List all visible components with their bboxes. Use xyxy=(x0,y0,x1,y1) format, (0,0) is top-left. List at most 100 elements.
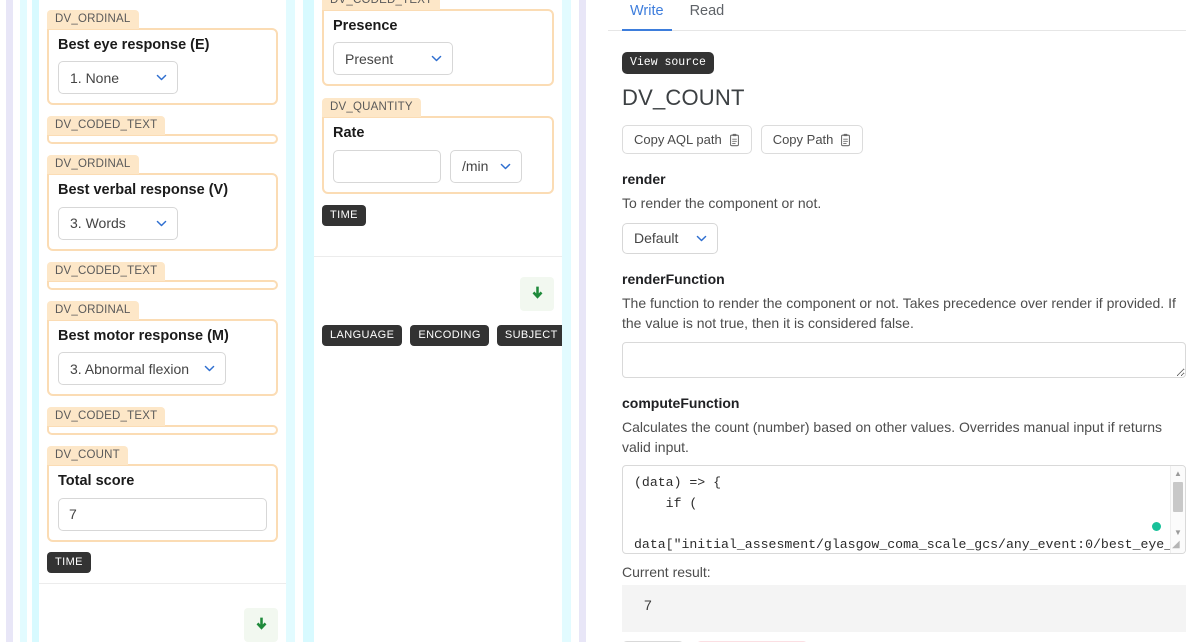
type-badge[interactable]: DV_CODED_TEXT xyxy=(322,0,440,10)
type-badge[interactable]: DV_ORDINAL xyxy=(47,301,139,320)
property-name-render: render xyxy=(622,171,1186,187)
field-box[interactable]: Best motor response (M) 3. Abnormal flex… xyxy=(47,319,278,396)
form-field: DV_QUANTITY Rate /min xyxy=(322,97,554,193)
property-name-renderfunction: renderFunction xyxy=(622,271,1186,287)
rate-value-input[interactable] xyxy=(333,150,441,183)
language-tag[interactable]: LANGUAGE xyxy=(322,325,402,346)
type-badge[interactable]: DV_COUNT xyxy=(47,446,128,465)
rate-unit-select[interactable]: /min xyxy=(450,150,522,183)
best-verbal-response-select[interactable]: 3. Words xyxy=(58,207,178,240)
select-value: 3. Abnormal flexion xyxy=(70,361,189,377)
field-label: Rate xyxy=(333,125,543,142)
time-tag[interactable]: TIME xyxy=(322,205,366,226)
form-field: DV_ORDINAL Best eye response (E) 1. None xyxy=(47,9,278,105)
type-badge[interactable]: DV_CODED_TEXT xyxy=(47,262,165,281)
form-field: DV_COUNT Total score xyxy=(47,445,278,541)
best-eye-response-select[interactable]: 1. None xyxy=(58,61,178,94)
clipboard-icon xyxy=(839,133,852,147)
field-box[interactable]: Best eye response (E) 1. None xyxy=(47,28,278,105)
form-field: DV_CODED_TEXT xyxy=(47,115,278,144)
field-label: Presence xyxy=(333,18,543,35)
type-badge[interactable]: DV_ORDINAL xyxy=(47,10,139,29)
computefunction-code-editor[interactable]: (data) => { if ( data["initial_assesment… xyxy=(622,465,1186,554)
field-label: Best motor response (M) xyxy=(58,328,267,345)
field-box[interactable] xyxy=(47,280,278,290)
field-box[interactable] xyxy=(47,134,278,144)
copy-path-label: Copy Path xyxy=(773,132,834,147)
scrollbar-thumb[interactable] xyxy=(1173,482,1183,512)
chevron-down-icon xyxy=(155,71,168,84)
panel-tabs: Write Read xyxy=(608,0,1186,31)
drop-zone[interactable] xyxy=(314,257,562,315)
field-box[interactable]: Presence Present xyxy=(322,9,554,86)
field-label: Total score xyxy=(58,473,267,490)
property-desc-computefunction: Calculates the count (number) based on o… xyxy=(622,418,1186,458)
form-column-middle: DV_CODED_TEXT Presence Present DV_QUANTI… xyxy=(314,0,562,642)
select-value: /min xyxy=(462,158,488,174)
rail-border-purple xyxy=(6,0,13,642)
total-score-input[interactable] xyxy=(58,498,267,531)
scroll-down-icon[interactable]: ▼ xyxy=(1171,525,1185,539)
copy-aql-path-label: Copy AQL path xyxy=(634,132,722,147)
select-value: 1. None xyxy=(70,70,119,86)
drop-zone[interactable] xyxy=(39,584,286,642)
current-result-label: Current result: xyxy=(622,564,1186,580)
copy-path-button[interactable]: Copy Path xyxy=(761,125,864,154)
encoding-tag[interactable]: ENCODING xyxy=(410,325,488,346)
select-value: 3. Words xyxy=(70,215,126,231)
tab-write[interactable]: Write xyxy=(622,0,672,30)
panel-separator xyxy=(562,0,594,642)
scroll-up-icon[interactable]: ▲ xyxy=(1171,466,1185,480)
property-desc-renderfunction: The function to render the component or … xyxy=(622,294,1186,334)
property-desc-render: To render the component or not. xyxy=(622,194,1186,214)
presence-select[interactable]: Present xyxy=(333,42,453,75)
properties-panel: Write Read View source DV_COUNT Copy AQL… xyxy=(594,0,1200,642)
chevron-down-icon xyxy=(155,217,168,230)
rail-border-cyan-2 xyxy=(32,0,39,642)
resize-grip-icon[interactable]: ◢ xyxy=(1172,540,1184,552)
copy-aql-path-button[interactable]: Copy AQL path xyxy=(622,125,752,154)
form-field: DV_ORDINAL Best verbal response (V) 3. W… xyxy=(47,154,278,250)
renderfunction-textarea[interactable] xyxy=(622,342,1186,378)
form-field: DV_ORDINAL Best motor response (M) 3. Ab… xyxy=(47,300,278,396)
select-value: Present xyxy=(345,51,393,67)
type-badge[interactable]: DV_ORDINAL xyxy=(47,155,139,174)
copy-button-row: Copy AQL path Copy Path xyxy=(622,125,1186,154)
chevron-down-icon xyxy=(430,52,443,65)
form-field-partial: DV_CODED_TEXT Presence Present xyxy=(322,0,554,86)
field-box[interactable]: Rate /min xyxy=(322,116,554,193)
page-title: DV_COUNT xyxy=(622,85,1186,111)
rail-spacer-1 xyxy=(13,0,20,642)
clipboard-icon xyxy=(728,133,741,147)
render-select[interactable]: Default xyxy=(622,223,718,254)
current-result-value: 7 xyxy=(622,585,1186,632)
field-box[interactable] xyxy=(47,425,278,435)
view-source-button[interactable]: View source xyxy=(622,52,714,74)
type-badge[interactable]: DV_CODED_TEXT xyxy=(47,116,165,135)
tab-read[interactable]: Read xyxy=(682,0,733,30)
form-field: DV_CODED_TEXT xyxy=(47,261,278,290)
property-name-computefunction: computeFunction xyxy=(622,395,1186,411)
time-tag[interactable]: TIME xyxy=(47,552,91,573)
form-field: DV_CODED_TEXT xyxy=(47,406,278,435)
select-value: Default xyxy=(634,230,678,246)
type-badge[interactable]: DV_CODED_TEXT xyxy=(47,407,165,426)
field-label: Best eye response (E) xyxy=(58,37,267,54)
field-label: Best verbal response (V) xyxy=(58,182,267,199)
column-separator xyxy=(286,0,314,642)
computefunction-code: (data) => { if ( data["initial_assesment… xyxy=(623,466,1185,554)
field-box[interactable]: Total score xyxy=(47,464,278,541)
chevron-down-icon xyxy=(499,160,512,173)
download-arrow-icon[interactable] xyxy=(520,277,554,311)
app-root: DV_ORDINAL Best eye response (E) 1. None… xyxy=(0,0,1200,642)
chevron-down-icon xyxy=(695,232,708,245)
download-arrow-icon[interactable] xyxy=(244,608,278,642)
subject-tag[interactable]: SUBJECT xyxy=(497,325,562,346)
form-column-left: DV_ORDINAL Best eye response (E) 1. None… xyxy=(39,0,286,642)
field-box[interactable]: Best verbal response (V) 3. Words xyxy=(47,173,278,250)
type-badge[interactable]: DV_QUANTITY xyxy=(322,98,421,117)
rail-border-cyan-1 xyxy=(20,0,27,642)
chevron-down-icon xyxy=(203,362,216,375)
best-motor-response-select[interactable]: 3. Abnormal flexion xyxy=(58,352,226,385)
bottom-tag-row: LANGUAGE ENCODING SUBJECT xyxy=(314,325,562,346)
